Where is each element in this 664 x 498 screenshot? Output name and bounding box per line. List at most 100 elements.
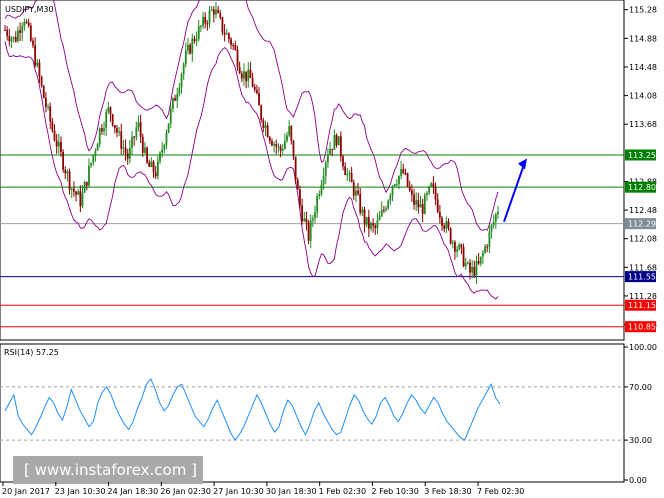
candle-body bbox=[135, 127, 138, 138]
candle-body bbox=[402, 169, 405, 174]
candle-body bbox=[385, 208, 387, 210]
candle-body bbox=[251, 77, 254, 87]
candle-body bbox=[494, 214, 497, 222]
candle-body bbox=[477, 261, 480, 264]
price-tick-label: 114.08 bbox=[629, 92, 657, 101]
candle-body bbox=[389, 195, 392, 201]
candle-body bbox=[219, 12, 222, 18]
candle-body bbox=[197, 26, 200, 40]
candle-body bbox=[55, 140, 58, 147]
candle-body bbox=[10, 38, 13, 42]
candle-body bbox=[4, 29, 6, 31]
candle-body bbox=[376, 220, 379, 228]
candle-body bbox=[357, 190, 359, 194]
candle-body bbox=[268, 137, 271, 142]
candle-body bbox=[370, 223, 372, 229]
candle-body bbox=[70, 188, 73, 190]
candle-body bbox=[184, 50, 187, 64]
candle-body bbox=[60, 141, 62, 152]
candle-body bbox=[432, 183, 435, 188]
price-tick-label: 114.48 bbox=[629, 63, 657, 72]
time-tick-label: 1 Feb 02:30 bbox=[319, 487, 366, 496]
symbol-label: USDJPY,M30 bbox=[5, 5, 54, 14]
candle-body bbox=[182, 63, 185, 75]
candle-body bbox=[281, 148, 284, 151]
candle-body bbox=[165, 132, 168, 145]
candle-body bbox=[45, 98, 47, 107]
price-tick-label: 114.88 bbox=[629, 34, 657, 43]
candle-body bbox=[488, 231, 491, 247]
candle-body bbox=[346, 174, 349, 176]
rsi-tick-label: 70.00 bbox=[629, 383, 652, 392]
time-tick-label: 26 Jan 02:30 bbox=[160, 487, 211, 496]
candle-body bbox=[469, 262, 471, 273]
candle-body bbox=[178, 87, 181, 95]
candle-body bbox=[118, 131, 121, 133]
candle-body bbox=[413, 194, 415, 205]
candle-body bbox=[342, 156, 344, 167]
candle-body bbox=[133, 136, 136, 138]
candle-body bbox=[191, 38, 194, 54]
candle-body bbox=[374, 225, 377, 228]
level-label: 113.25 bbox=[628, 151, 656, 160]
candle-body bbox=[473, 266, 476, 276]
candle-body bbox=[62, 151, 65, 170]
candle-body bbox=[146, 147, 148, 163]
candle-body bbox=[240, 73, 243, 79]
level-label: 112.80 bbox=[628, 183, 656, 192]
candle-body bbox=[393, 184, 396, 187]
candle-body bbox=[154, 172, 157, 177]
candle-body bbox=[471, 266, 474, 273]
candle-body bbox=[148, 162, 151, 167]
candle-body bbox=[262, 120, 265, 128]
level-label: 111.55 bbox=[628, 273, 656, 282]
price-tick-label: 112.48 bbox=[629, 206, 657, 215]
candle-body bbox=[212, 9, 215, 15]
candle-body bbox=[410, 190, 413, 195]
candle-body bbox=[290, 126, 293, 141]
candle-body bbox=[169, 108, 172, 124]
candle-body bbox=[314, 212, 316, 219]
candle-body bbox=[221, 17, 224, 33]
candle-body bbox=[331, 148, 334, 150]
candle-body bbox=[449, 228, 452, 244]
candle-body bbox=[441, 217, 443, 226]
candle-body bbox=[66, 171, 69, 174]
candle-body bbox=[103, 128, 105, 132]
candle-body bbox=[215, 9, 217, 15]
candle-body bbox=[172, 98, 174, 109]
candle-body bbox=[174, 98, 176, 101]
candle-body bbox=[350, 172, 353, 183]
candle-body bbox=[236, 50, 239, 67]
candle-body bbox=[81, 192, 84, 207]
candle-body bbox=[464, 263, 467, 267]
candle-body bbox=[447, 221, 450, 229]
candle-body bbox=[49, 106, 52, 122]
candle-body bbox=[180, 74, 183, 88]
candle-body bbox=[327, 154, 329, 163]
candle-body bbox=[421, 204, 424, 214]
candle-body bbox=[378, 216, 381, 221]
price-tick-label: 111.28 bbox=[629, 292, 657, 301]
rsi-tick-label: 0.00 bbox=[629, 476, 647, 485]
candle-body bbox=[34, 45, 37, 66]
candle-body bbox=[301, 205, 303, 222]
candle-body bbox=[152, 161, 155, 173]
candle-body bbox=[126, 153, 129, 159]
candle-body bbox=[430, 183, 433, 187]
candle-body bbox=[255, 89, 258, 94]
candle-body bbox=[443, 225, 446, 229]
rsi-axis: 100.00 70.00 30.00 0.00 bbox=[624, 343, 657, 485]
candle-body bbox=[490, 225, 493, 232]
candle-body bbox=[406, 173, 409, 187]
candle-body bbox=[163, 144, 166, 150]
candle-body bbox=[223, 32, 226, 35]
time-tick-label: 2 Feb 10:30 bbox=[371, 487, 418, 496]
candle-body bbox=[355, 190, 357, 196]
candle-body bbox=[210, 9, 213, 11]
candle-body bbox=[419, 204, 422, 208]
candle-body bbox=[320, 184, 323, 195]
candle-body bbox=[122, 147, 125, 149]
candle-body bbox=[243, 71, 245, 79]
candle-body bbox=[279, 146, 282, 151]
